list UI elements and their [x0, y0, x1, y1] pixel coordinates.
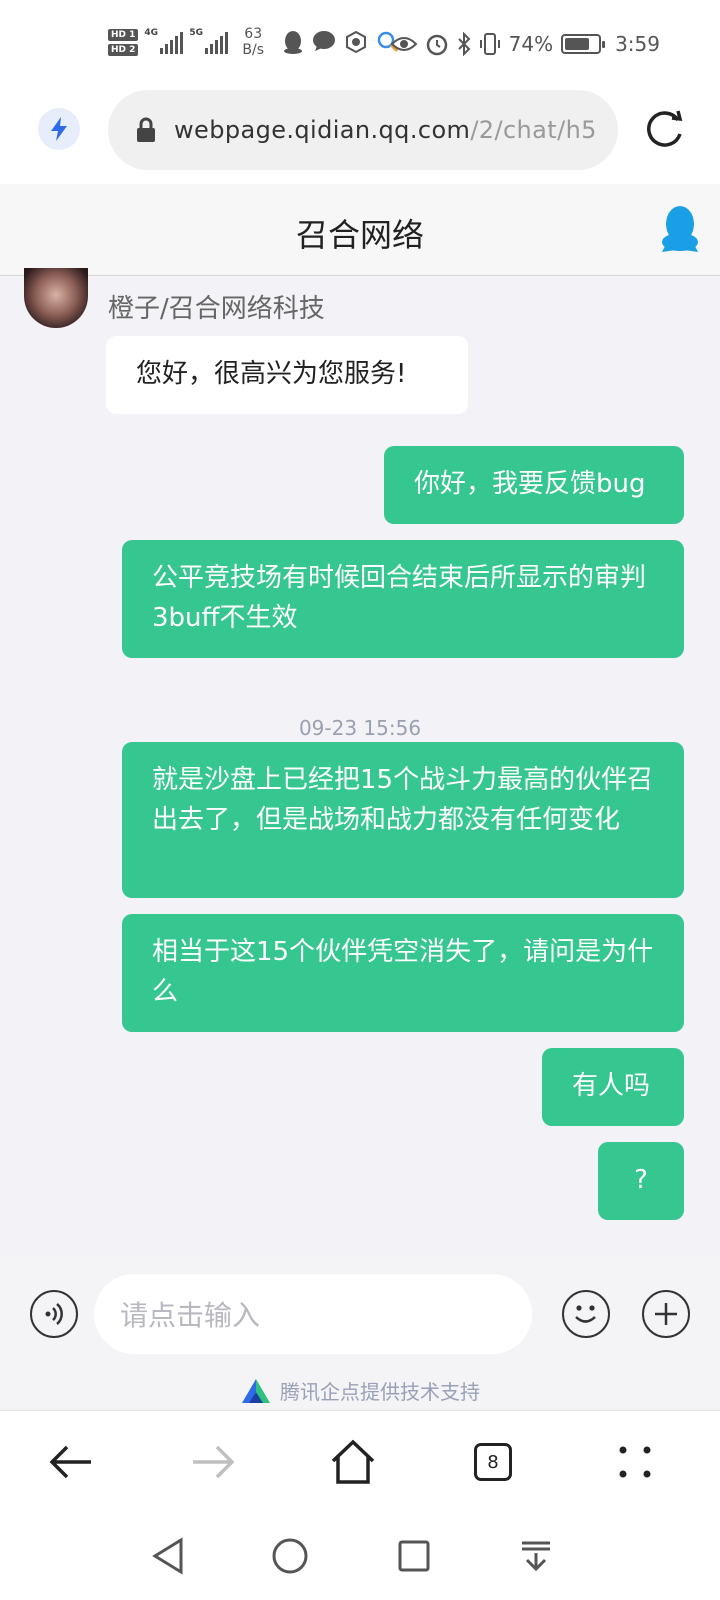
hd1-badge: HD 1: [108, 28, 139, 41]
lock-icon: [137, 117, 155, 142]
chat-notification-icon: [313, 31, 336, 51]
hd2-badge: HD 2: [108, 43, 139, 56]
alarm-icon: [426, 34, 447, 56]
bolt-icon[interactable]: [38, 108, 80, 150]
outgoing-message: 相当于这15个伙伴凭空消失了，请问是为什么: [122, 914, 684, 1032]
browser-nav-bar: 8: [0, 1410, 720, 1514]
arrow-right-icon: [193, 1445, 235, 1479]
qidian-logo-icon: [242, 1378, 270, 1403]
menu-button[interactable]: [610, 1437, 660, 1487]
forward-button[interactable]: [188, 1437, 238, 1487]
square-recents-icon: [398, 1540, 430, 1572]
arrow-left-icon: [49, 1445, 91, 1479]
outgoing-message: 公平竞技场有时候回合结束后所显示的审判3buff不生效: [122, 540, 684, 658]
circle-home-icon: [272, 1538, 308, 1574]
tabs-button[interactable]: 8: [468, 1437, 518, 1487]
status-left: HD 1 HD 2 4G 5G 63 B/s: [108, 26, 400, 58]
url-path: /2/chat/h5: [470, 116, 597, 144]
vibrate-icon: [479, 33, 500, 55]
triangle-back-icon: [152, 1537, 183, 1575]
url-host: webpage.qidian.qq.com: [174, 116, 471, 144]
more-button[interactable]: [642, 1290, 690, 1338]
voice-icon: [45, 1303, 63, 1325]
back-button[interactable]: [46, 1437, 96, 1487]
status-bar: HD 1 HD 2 4G 5G 63 B/s 74% 3:59: [0, 0, 720, 88]
powered-by: 腾讯企点提供技术支持: [0, 1376, 720, 1405]
voice-input-button[interactable]: [30, 1290, 78, 1338]
home-button[interactable]: [328, 1437, 378, 1487]
plus-icon: [655, 1303, 677, 1325]
url-text: webpage.qidian.qq.com/2/chat/h5: [174, 116, 597, 144]
system-nav-bar: [0, 1514, 720, 1600]
agent-avatar[interactable]: [24, 268, 88, 328]
incoming-message: 您好，很高兴为您服务!: [106, 336, 468, 414]
home-icon: [331, 1439, 375, 1484]
outgoing-message: 有人吗: [542, 1048, 684, 1126]
qq-notification-icon: [284, 31, 303, 54]
network-speed-unit: B/s: [242, 42, 265, 58]
system-recents-button[interactable]: [392, 1534, 436, 1578]
message-input[interactable]: 请点击输入: [94, 1274, 532, 1354]
signal-4g-icon: 4G: [144, 28, 184, 54]
composer: 请点击输入 腾讯企点提供技术支持: [0, 1258, 720, 1410]
shield-notification-icon: [346, 30, 367, 54]
agent-name: 橙子/召合网络科技: [108, 294, 325, 324]
smiley-icon: [575, 1305, 596, 1323]
signal-5g-icon: 5G: [189, 28, 229, 54]
pulldown-icon: [522, 1541, 550, 1572]
powered-by-text: 腾讯企点提供技术支持: [280, 1380, 480, 1404]
reload-icon[interactable]: [644, 108, 686, 150]
battery-percent: 74%: [508, 32, 554, 56]
chat-header: 召合网络: [0, 184, 720, 276]
outgoing-message: 你好，我要反馈bug: [384, 446, 684, 524]
battery-icon: [561, 34, 606, 54]
signal-4g-label: 4G: [144, 28, 159, 38]
status-right: 74% 3:59: [390, 32, 660, 56]
emoji-button[interactable]: [562, 1290, 610, 1338]
tab-count: 8: [474, 1443, 512, 1481]
qq-penguin-icon[interactable]: [660, 204, 700, 254]
menu-dots-icon: [619, 1446, 651, 1478]
network-speed-value: 63: [244, 26, 263, 42]
notification-pulldown-button[interactable]: [514, 1534, 558, 1578]
chat-title: 召合网络: [295, 216, 424, 254]
eye-icon: [390, 37, 417, 51]
bluetooth-icon: [457, 32, 471, 56]
notification-icons: [282, 30, 400, 54]
address-bar[interactable]: webpage.qidian.qq.com/2/chat/h5: [108, 90, 618, 170]
system-home-button[interactable]: [268, 1534, 312, 1578]
browser-toolbar: webpage.qidian.qq.com/2/chat/h5: [0, 88, 720, 184]
network-speed: 63 B/s: [242, 26, 264, 58]
hd-indicators: HD 1 HD 2: [108, 28, 139, 56]
outgoing-message: ?: [598, 1142, 684, 1220]
outgoing-message: 就是沙盘上已经把15个战斗力最高的伙伴召出去了，但是战场和战力都没有任何变化: [122, 742, 684, 898]
system-back-button[interactable]: [146, 1534, 190, 1578]
signal-5g-label: 5G: [189, 28, 204, 38]
clock: 3:59: [615, 32, 660, 56]
message-timestamp: 09-23 15:56: [298, 716, 422, 740]
